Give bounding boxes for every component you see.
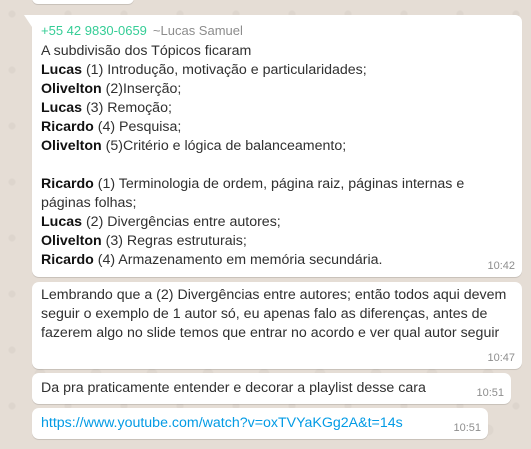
line-text: (4) Pesquisa; [93, 119, 182, 135]
message-line: páginas folhas; [41, 194, 512, 213]
message-line: Olivelton (3) Regras estruturais; [41, 232, 512, 251]
message-timestamp: 10:51 [453, 422, 481, 434]
message-sender: +55 42 9830-0659 ~Lucas Samuel [41, 23, 243, 38]
line-text: A subdivisão dos Tópicos ficaram [41, 43, 252, 59]
line-text: (5)Critério e lógica de balanceamento; [101, 138, 347, 154]
message-text: Da pra praticamente entender e decorar a… [41, 380, 426, 396]
message-timestamp: 10:42 [487, 260, 515, 272]
message-line: Ricardo (4) Pesquisa; [41, 118, 512, 137]
line-author: Lucas [41, 100, 83, 116]
line-author: Olivelton [41, 233, 102, 249]
line-text: (3) Regras estruturais; [101, 233, 247, 249]
line-text: (1) Terminologia de ordem, página raiz, … [93, 176, 465, 192]
message-text: Lembrando que a (2) Divergências entre a… [41, 287, 507, 341]
line-author: Ricardo [41, 119, 94, 135]
line-author: Olivelton [41, 138, 102, 154]
message-bubble[interactable]: https://www.youtube.com/watch?v=oxTVYaKG… [32, 408, 488, 439]
youtube-link[interactable]: https://www.youtube.com/watch?v=oxTVYaKG… [41, 415, 403, 431]
line-text: (3) Remoção; [82, 100, 172, 116]
message-text: A subdivisão dos Tópicos ficaram Lucas (… [41, 42, 512, 270]
message-line: Olivelton (5)Critério e lógica de balanc… [41, 137, 512, 156]
message-bubble[interactable]: Da pra praticamente entender e decorar a… [32, 373, 511, 404]
message-line: Olivelton (2)Inserção; [41, 80, 512, 99]
message-line: Lucas (2) Divergências entre autores; [41, 213, 512, 232]
message-line: Ricardo (4) Armazenamento em memória sec… [41, 251, 512, 270]
message-bubble[interactable]: Lembrando que a (2) Divergências entre a… [32, 282, 522, 369]
previous-message-bubble [32, 0, 134, 4]
line-author: Ricardo [41, 176, 94, 192]
message-bubble[interactable]: +55 42 9830-0659 ~Lucas Samuel A subdivis… [24, 15, 522, 277]
line-author: Lucas [41, 214, 83, 230]
message-timestamp: 10:47 [487, 352, 515, 364]
message-link-wrap: https://www.youtube.com/watch?v=oxTVYaKG… [41, 414, 403, 433]
message-line: Lucas (1) Introdução, motivação e partic… [41, 61, 512, 80]
line-author: Olivelton [41, 81, 102, 97]
line-text: (2)Inserção; [101, 81, 182, 97]
line-text: páginas folhas; [41, 195, 137, 211]
line-text: (1) Introdução, motivação e particularid… [82, 62, 367, 78]
message-line: Ricardo (1) Terminologia de ordem, págin… [41, 175, 512, 194]
line-author: Lucas [41, 62, 83, 78]
line-text: (4) Armazenamento em memória secundária. [93, 252, 383, 268]
message-line: A subdivisão dos Tópicos ficaram [41, 42, 512, 61]
message-timestamp: 10:51 [476, 387, 504, 399]
sender-phone[interactable]: +55 42 9830-0659 [41, 23, 147, 38]
message-line: Lucas (3) Remoção; [41, 99, 512, 118]
sender-name: ~Lucas Samuel [152, 23, 243, 38]
line-text: (2) Divergências entre autores; [82, 214, 281, 230]
line-author: Ricardo [41, 252, 94, 268]
